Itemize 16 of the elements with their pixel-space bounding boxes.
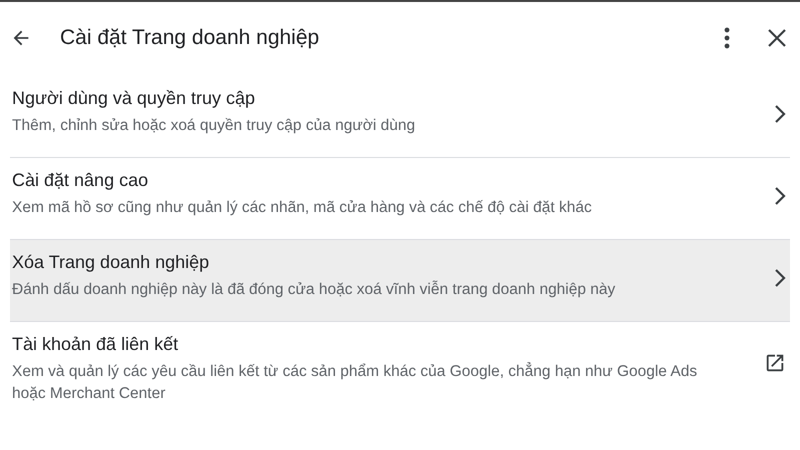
more-vertical-icon bbox=[724, 27, 730, 49]
chevron-right-icon bbox=[774, 186, 786, 206]
close-icon bbox=[768, 29, 786, 47]
settings-item[interactable]: Xóa Trang doanh nghiệp Đánh dấu doanh nghiệp này là đã đóng cửa hoặc xoá vĩnh viễn trang doanh nghiệp này bbox=[10, 240, 790, 322]
item-description: Thêm, chỉnh sửa hoặc xoá quyền truy cập của người dùng bbox=[12, 116, 416, 136]
item-title: Tài khoản đã liên kết bbox=[12, 334, 180, 355]
page-title: Cài đặt Trang doanh nghiệp bbox=[60, 26, 320, 50]
item-title: Cài đặt nâng cao bbox=[12, 170, 150, 191]
external-link-icon bbox=[764, 352, 786, 374]
item-title: Xóa Trang doanh nghiệp bbox=[12, 252, 210, 273]
chevron-right-icon bbox=[774, 268, 786, 288]
item-description: Xem và quản lý các yêu cầu liên kết từ các sản phẩm khác của Google, chẳng hạn như Google Ads hoặc Merchant Center bbox=[12, 361, 698, 404]
item-title: Người dùng và quyền truy cập bbox=[12, 88, 256, 109]
item-description: Xem mã hồ sơ cũng như quản lý các nhãn, mã cửa hàng và các chế độ cài đặt khác bbox=[12, 198, 593, 218]
chevron-right-icon bbox=[774, 104, 786, 124]
item-description: Đánh dấu doanh nghiệp này là đã đóng cửa hoặc xoá vĩnh viễn trang doanh nghiệp này bbox=[12, 280, 616, 300]
